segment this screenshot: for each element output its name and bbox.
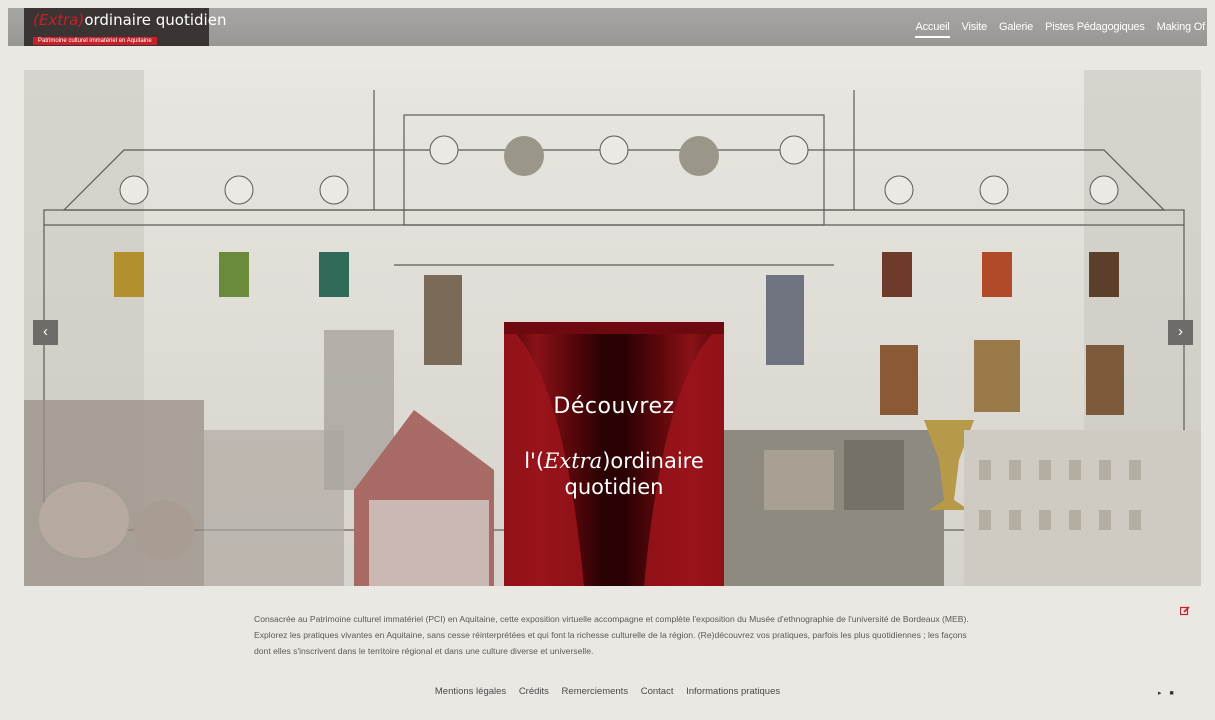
hero-line-2-suffix: )ordinaire	[602, 449, 704, 473]
footer-links: Mentions légales Crédits Remerciements C…	[8, 686, 1207, 697]
hero-line-3: quotidien	[564, 475, 664, 499]
edit-icon[interactable]	[1180, 606, 1190, 616]
logo-subtitle: Patrimoine culturel immatériel en Aquita…	[33, 37, 157, 45]
nav-accueil[interactable]: Accueil	[915, 21, 950, 38]
nav-visite[interactable]: Visite	[962, 21, 988, 38]
site-logo[interactable]: (Extra)ordinaire quotidien Patrimoine cu…	[24, 8, 226, 46]
hero-line-2-accent: Extra	[544, 449, 603, 473]
intro-description: Consacrée au Patrimoine culturel immatér…	[254, 613, 969, 656]
footer-link-informations-pratiques[interactable]: Informations pratiques	[686, 686, 780, 697]
hero-line-2: l'(Extra)ordinaire	[504, 449, 724, 473]
play-stop-controls[interactable]: ▸ ■	[1158, 689, 1177, 697]
main-nav: Accueil Visite Galerie Pistes Pédagogiqu…	[903, 21, 1205, 38]
logo-title-rest: ordinaire quotidien	[84, 11, 227, 29]
hero-caption: Découvrez l'(Extra)ordinaire quotidien	[504, 322, 724, 499]
logo-title: (Extra)ordinaire quotidien	[33, 11, 226, 29]
logo-title-accent: (Extra)	[33, 11, 85, 29]
carousel-next-button[interactable]: ›	[1168, 320, 1193, 345]
nav-pistes-pedagogiques[interactable]: Pistes Pédagogiques	[1045, 21, 1145, 38]
hero-line-1: Découvrez	[553, 394, 675, 419]
nav-making-of[interactable]: Making Of	[1157, 21, 1206, 38]
header-bar: (Extra)ordinaire quotidien Patrimoine cu…	[8, 8, 1207, 46]
hero-carousel[interactable]: ‹ › Découvrez l'(Extra)ordinaire quotidi…	[24, 70, 1201, 586]
nav-galerie[interactable]: Galerie	[999, 21, 1033, 38]
footer-link-credits[interactable]: Crédits	[519, 686, 549, 697]
carousel-prev-button[interactable]: ‹	[33, 320, 58, 345]
footer-link-remerciements[interactable]: Remerciements	[562, 686, 629, 697]
hero-line-2-prefix: l'(	[524, 449, 545, 473]
footer-link-mentions-legales[interactable]: Mentions légales	[435, 686, 506, 697]
chevron-left-icon: ‹	[43, 323, 48, 340]
chevron-right-icon: ›	[1178, 323, 1183, 340]
footer-link-contact[interactable]: Contact	[641, 686, 674, 697]
page: (Extra)ordinaire quotidien Patrimoine cu…	[8, 8, 1207, 720]
